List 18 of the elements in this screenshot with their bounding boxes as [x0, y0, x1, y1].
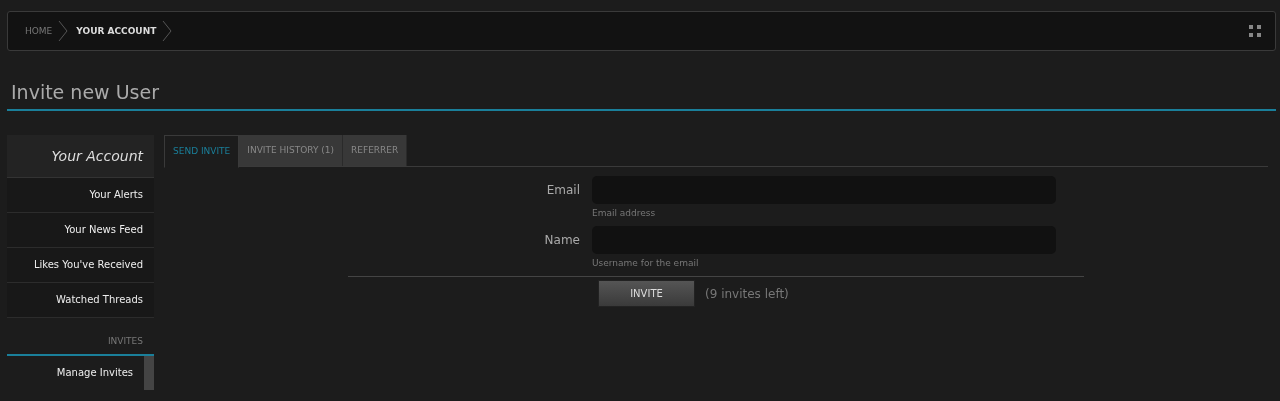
field-label: Name — [543, 232, 580, 249]
invites-left-text: (9 invites left) — [705, 286, 789, 301]
breadcrumb-link[interactable]: YOUR ACCOUNT — [76, 26, 157, 36]
sidebar-heading: Your Account — [7, 135, 154, 178]
fullscreen-icon[interactable] — [1249, 25, 1261, 37]
chevron-icon — [162, 20, 173, 42]
field-hint: Email address — [592, 208, 657, 218]
tab[interactable]: SEND INVITE — [164, 135, 240, 168]
field-label: Email — [545, 182, 580, 199]
chevron-icon — [58, 20, 69, 42]
sidebar-item[interactable]: Watched Threads — [7, 283, 154, 318]
sidebar-item[interactable]: Likes You've Received — [7, 248, 154, 283]
invite-button[interactable]: INVITE — [598, 280, 695, 307]
sidebar-item[interactable]: Your Alerts — [7, 178, 154, 213]
sidebar-item[interactable]: Your News Feed — [7, 213, 154, 248]
field-hint: Username for the email — [592, 258, 700, 268]
breadcrumb-link[interactable]: HOME — [25, 26, 53, 36]
page-title: Invite new User — [7, 81, 1276, 111]
